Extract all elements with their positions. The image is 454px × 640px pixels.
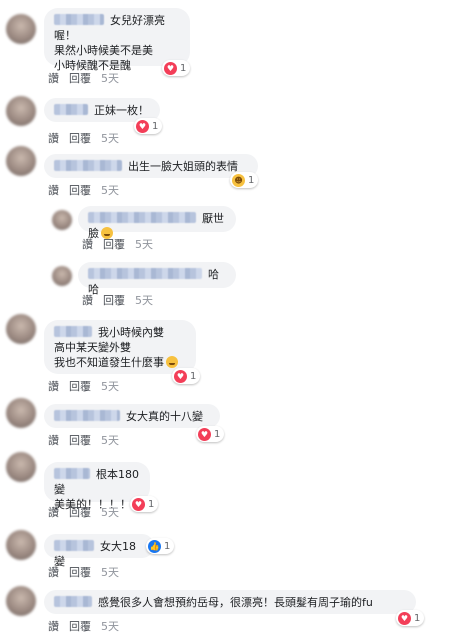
avatar[interactable] [6, 96, 36, 126]
timestamp[interactable]: 5天 [101, 72, 119, 85]
timestamp[interactable]: 5天 [101, 620, 119, 633]
comment-text: 出生一臉大姐頭的表情 [128, 160, 238, 173]
timestamp[interactable]: 5天 [135, 294, 153, 307]
avatar[interactable] [52, 210, 72, 230]
commenter-name[interactable] [88, 268, 202, 279]
reaction-count: 1 [190, 370, 197, 382]
comment-bubble: 我小時候內雙 高中某天變外雙 我也不知道發生什麼事 [44, 320, 196, 374]
comment-bubble: 感覺很多人會想預約岳母，很漂亮！長頭髮有周子瑜的fu [44, 590, 416, 614]
avatar[interactable] [52, 266, 72, 286]
reaction-count: 1 [248, 174, 255, 186]
commenter-name[interactable] [54, 468, 90, 479]
reaction-badge[interactable]: ♥ 1 [196, 426, 225, 442]
comment-bubble: 女兒好漂亮喔！ 果然小時候美不是美 小時候醜不是醜 [44, 8, 190, 72]
reply-link[interactable]: 回覆 [69, 380, 91, 393]
reply-link[interactable]: 回覆 [103, 238, 125, 251]
timestamp[interactable]: 5天 [101, 566, 119, 579]
reaction-badge[interactable]: ♥ 1 [130, 496, 159, 512]
reaction-badge[interactable]: 👍 1 [146, 538, 175, 554]
heart-icon: ♥ [398, 611, 411, 625]
laughing-emoji-icon: ☻ [232, 173, 245, 187]
comment-actions: 讚回覆 5天 [82, 292, 163, 308]
reaction-count: 1 [180, 62, 187, 74]
reply-link[interactable]: 回覆 [69, 72, 91, 85]
heart-icon: ♥ [164, 61, 177, 75]
commenter-name[interactable] [54, 410, 120, 421]
like-link[interactable]: 讚 [48, 184, 59, 197]
timestamp[interactable]: 5天 [101, 506, 119, 519]
commenter-name[interactable] [54, 540, 94, 551]
comment-actions: 讚回覆 5天 [48, 504, 129, 520]
reply-link[interactable]: 回覆 [69, 184, 91, 197]
reaction-count: 1 [414, 612, 421, 624]
comment-actions: 讚回覆 5天 [48, 618, 129, 634]
reaction-badge[interactable]: ☻ 1 [230, 172, 259, 188]
comment-actions: 讚回覆 5天 [48, 378, 129, 394]
comment-bubble: 出生一臉大姐頭的表情 [44, 154, 258, 178]
like-link[interactable]: 讚 [48, 566, 59, 579]
timestamp[interactable]: 5天 [101, 184, 119, 197]
reply-link[interactable]: 回覆 [69, 506, 91, 519]
reaction-badge[interactable]: ♥ 1 [396, 610, 425, 626]
comment-bubble: 哈哈 [78, 262, 236, 296]
heart-icon: ♥ [132, 497, 145, 511]
comment-bubble: 女大真的十八變 [44, 404, 220, 428]
heart-icon: ♥ [136, 119, 149, 133]
comment-text: 正妹一枚！ [94, 104, 149, 117]
reply-link[interactable]: 回覆 [103, 294, 125, 307]
thumbs-up-icon: 👍 [148, 539, 161, 553]
comment-text: 女大真的十八變 [126, 410, 203, 423]
like-link[interactable]: 讚 [48, 506, 59, 519]
commenter-name[interactable] [54, 326, 92, 337]
comment-actions: 讚回覆 5天 [48, 564, 129, 580]
comment-actions: 讚回覆 5天 [48, 182, 129, 198]
timestamp[interactable]: 5天 [101, 434, 119, 447]
reaction-count: 1 [214, 428, 221, 440]
avatar[interactable] [6, 586, 36, 616]
like-link[interactable]: 讚 [82, 238, 93, 251]
reaction-badge[interactable]: ♥ 1 [172, 368, 201, 384]
timestamp[interactable]: 5天 [135, 238, 153, 251]
like-link[interactable]: 讚 [48, 72, 59, 85]
commenter-name[interactable] [54, 104, 88, 115]
heart-icon: ♥ [174, 369, 187, 383]
heart-icon: ♥ [198, 427, 211, 441]
avatar[interactable] [6, 314, 36, 344]
comment-actions: 讚回覆 5天 [48, 130, 129, 146]
commenter-name[interactable] [54, 596, 92, 607]
reaction-count: 1 [164, 540, 171, 552]
reply-link[interactable]: 回覆 [69, 566, 91, 579]
commenter-name[interactable] [88, 212, 196, 223]
like-link[interactable]: 讚 [82, 294, 93, 307]
reaction-badge[interactable]: ♥ 1 [162, 60, 191, 76]
comment-text: 感覺很多人會想預約岳母，很漂亮！長頭髮有周子瑜的fu [98, 596, 373, 609]
like-link[interactable]: 讚 [48, 620, 59, 633]
reaction-count: 1 [152, 120, 159, 132]
reply-link[interactable]: 回覆 [69, 620, 91, 633]
avatar[interactable] [6, 530, 36, 560]
reaction-count: 1 [148, 498, 155, 510]
reply-link[interactable]: 回覆 [69, 434, 91, 447]
like-link[interactable]: 讚 [48, 132, 59, 145]
timestamp[interactable]: 5天 [101, 380, 119, 393]
like-link[interactable]: 讚 [48, 434, 59, 447]
comment-actions: 讚回覆 5天 [48, 432, 129, 448]
comment-actions: 讚回覆 5天 [48, 70, 129, 86]
commenter-name[interactable] [54, 160, 122, 171]
avatar[interactable] [6, 452, 36, 482]
comment-bubble: 厭世臉 [78, 206, 236, 240]
avatar[interactable] [6, 398, 36, 428]
reply-link[interactable]: 回覆 [69, 132, 91, 145]
commenter-name[interactable] [54, 14, 104, 25]
avatar[interactable] [6, 14, 36, 44]
reaction-badge[interactable]: ♥ 1 [134, 118, 163, 134]
comment-bubble: 女大18變 [44, 534, 154, 568]
timestamp[interactable]: 5天 [101, 132, 119, 145]
smile-emoji-icon [166, 356, 178, 368]
comment-actions: 讚回覆 5天 [82, 236, 163, 252]
avatar[interactable] [6, 146, 36, 176]
like-link[interactable]: 讚 [48, 380, 59, 393]
